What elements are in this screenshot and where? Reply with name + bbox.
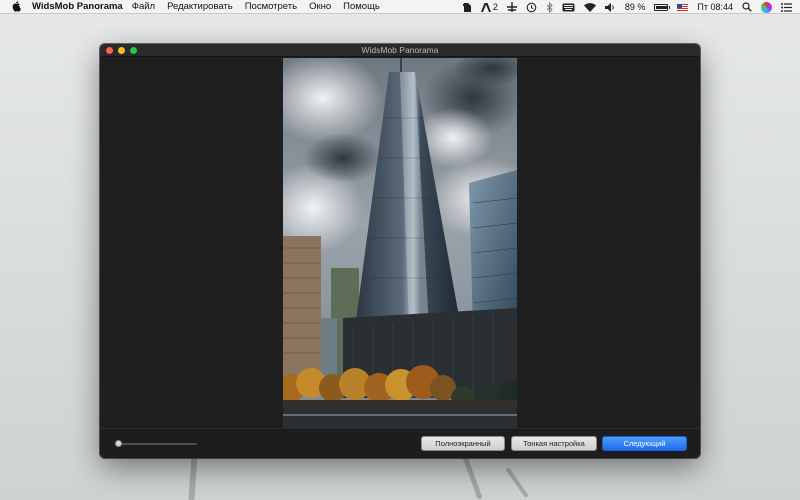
next-button[interactable]: Следующий (602, 436, 687, 451)
fullscreen-button[interactable]: Полноэкранный (421, 436, 505, 451)
app-menu[interactable]: WidsMob Panorama (32, 1, 123, 12)
evernote-icon[interactable] (462, 0, 472, 14)
time-machine-icon[interactable] (526, 0, 537, 14)
zoom-slider[interactable] (115, 440, 197, 447)
menubar-clock[interactable]: Пт 08:44 (697, 2, 733, 12)
menu-window[interactable]: Окно (309, 1, 331, 12)
siri-icon[interactable] (761, 0, 772, 14)
us-flag-icon[interactable] (677, 0, 689, 14)
airplane-icon[interactable] (506, 0, 517, 14)
desktop-shadow (505, 467, 529, 498)
photo-preview[interactable] (283, 58, 517, 428)
minimize-window-button[interactable] (118, 47, 125, 54)
adobe-icon[interactable]: 2 (480, 0, 498, 14)
battery-icon[interactable] (654, 0, 671, 14)
window-titlebar[interactable]: WidsMob Panorama (100, 44, 700, 57)
app-window: WidsMob Panorama Полноэкранный Тонкая на… (100, 44, 700, 458)
zoom-slider-knob[interactable] (115, 440, 122, 447)
maximize-window-button[interactable] (130, 47, 137, 54)
wifi-icon[interactable] (583, 0, 596, 14)
desktop-shadow (462, 455, 483, 500)
bottom-toolbar: Полноэкранный Тонкая настройка Следующий (100, 428, 700, 458)
menu-view[interactable]: Посмотреть (245, 1, 297, 12)
apple-menu-icon[interactable] (6, 0, 28, 14)
bluetooth-icon[interactable] (546, 0, 553, 14)
menu-edit[interactable]: Редактировать (167, 1, 233, 12)
photo-image (283, 58, 517, 428)
close-window-button[interactable] (106, 47, 113, 54)
zoom-slider-track (117, 443, 197, 445)
desktop-shadow (188, 454, 198, 500)
menu-help[interactable]: Помощь (343, 1, 380, 12)
fine-tune-button[interactable]: Тонкая настройка (511, 436, 597, 451)
search-icon[interactable] (742, 0, 752, 14)
menu-file[interactable]: Файл (132, 1, 155, 12)
list-icon[interactable] (781, 0, 792, 14)
adobe-count: 2 (492, 2, 498, 12)
keyboard-icon[interactable] (562, 0, 575, 14)
window-title: WidsMob Panorama (361, 45, 439, 55)
menu-bar: WidsMob Panorama Файл Редактировать Посм… (0, 0, 800, 14)
volume-icon[interactable] (604, 0, 616, 14)
battery-percent: 89 % (624, 2, 646, 12)
